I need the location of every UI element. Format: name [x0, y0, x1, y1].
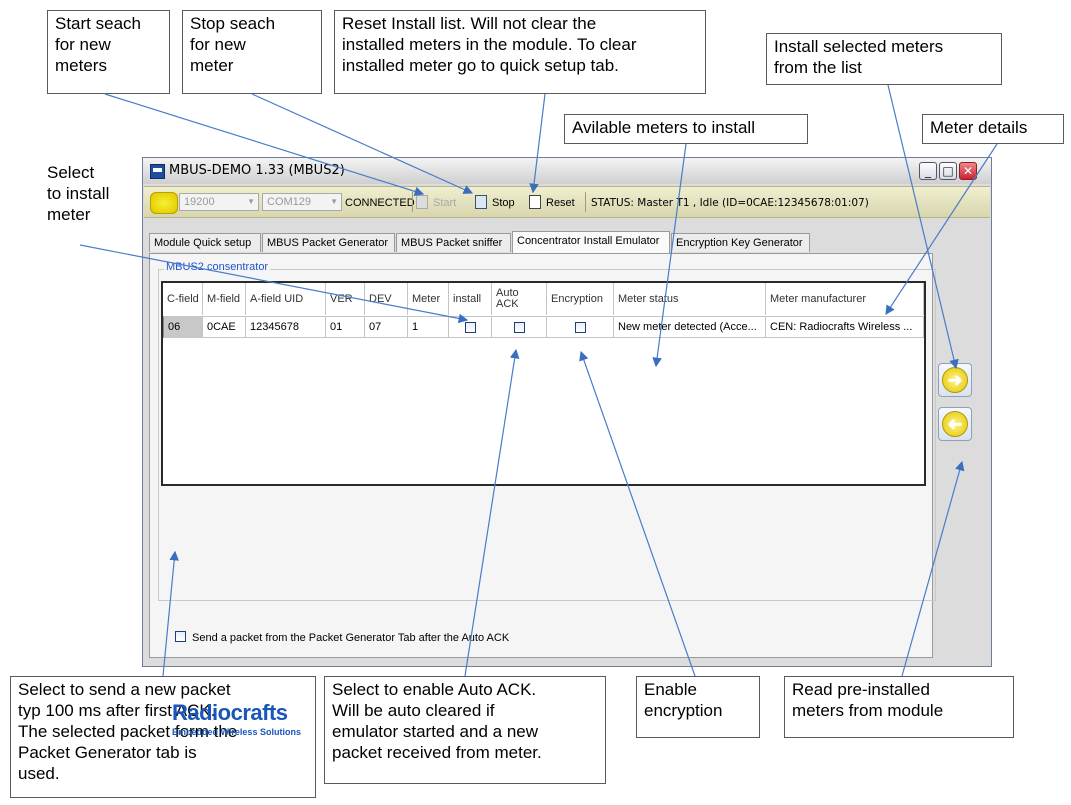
send-packet-label: Send a packet from the Packet Generator … [192, 632, 510, 644]
table-cell[interactable]: New meter detected (Acce... [614, 316, 766, 338]
callout-read-preinstalled: Read pre-installed meters from module [784, 676, 1014, 738]
column-header[interactable]: Encryption [547, 283, 614, 315]
com-port-value: COM129 [267, 196, 312, 208]
install-checkbox[interactable] [465, 322, 476, 333]
column-header[interactable]: A-field UID [246, 283, 326, 315]
callout-select-install: Select to install meter [40, 160, 140, 242]
reset-button[interactable]: Reset [529, 191, 584, 213]
table-cell[interactable]: 1 [408, 316, 449, 338]
callout-install-selected: Install selected meters from the list [766, 33, 1002, 85]
baud-rate-value: 19200 [184, 196, 215, 208]
connection-status: CONNECTED [345, 197, 415, 209]
start-search-icon [416, 195, 428, 209]
table-cell[interactable]: CEN: Radiocrafts Wireless ... [766, 316, 924, 338]
start-label: Start [433, 197, 457, 209]
callout-meter-details: Meter details [922, 114, 1064, 144]
callout-available-meters: Avilable meters to install [564, 114, 808, 144]
title-bar: MBUS-DEMO 1.33 (MBUS2) _ □ ✕ [143, 158, 991, 184]
tab-packet-sniffer[interactable]: MBUS Packet sniffer [396, 233, 511, 252]
window-title: MBUS-DEMO 1.33 (MBUS2) [169, 163, 345, 178]
com-port-select[interactable]: COM129 ▼ [262, 193, 342, 211]
send-packet-checkbox[interactable] [175, 631, 186, 642]
callout-start: Start seach for new meters [47, 10, 170, 94]
arrow-left-icon: ➜ [942, 411, 968, 437]
callout-encryption: Enable encryption [636, 676, 760, 738]
column-header[interactable]: M-field [203, 283, 246, 315]
encryption-checkbox[interactable] [575, 322, 586, 333]
callout-stop: Stop seach for new meter [182, 10, 322, 94]
tab-encryption-key-generator[interactable]: Encryption Key Generator [671, 233, 810, 252]
column-header[interactable]: DEV [365, 283, 408, 315]
reset-label: Reset [546, 197, 575, 209]
chevron-down-icon: ▼ [330, 197, 338, 206]
tab-module-quick-setup[interactable]: Module Quick setup [149, 233, 261, 252]
callout-send-packet: Select to send a new packet typ 100 ms a… [10, 676, 316, 798]
table-cell[interactable]: 0CAE [203, 316, 246, 338]
radiocrafts-logo: Radiocrafts [172, 700, 288, 725]
meter-table[interactable]: C-field M-field A-field UID VER DEV Mete… [161, 281, 926, 486]
toolbar-separator [585, 192, 586, 212]
column-header[interactable]: install [449, 283, 492, 315]
start-button[interactable]: Start [416, 191, 474, 213]
app-icon [150, 164, 165, 179]
close-button[interactable]: ✕ [959, 162, 977, 180]
maximize-button[interactable]: □ [939, 162, 957, 180]
read-preinstalled-button[interactable]: ➜ [938, 407, 972, 441]
toolbar-separator [412, 192, 413, 212]
group-label: MBUS2 consentrator [164, 261, 271, 273]
connection-led-icon[interactable] [150, 192, 178, 214]
logo-tagline: Embedded Wireless Solutions [172, 727, 301, 737]
column-header[interactable]: Meter status [614, 283, 766, 315]
table-cell[interactable]: 07 [365, 316, 408, 338]
install-selected-button[interactable]: ➜ [938, 363, 972, 397]
callout-reset: Reset Install list. Will not clear the i… [334, 10, 706, 94]
table-cell[interactable]: 01 [326, 316, 365, 338]
reset-icon [529, 195, 541, 209]
stop-label: Stop [492, 197, 515, 209]
auto-ack-checkbox[interactable] [514, 322, 525, 333]
table-cell[interactable]: 12345678 [246, 316, 326, 338]
callout-auto-ack: Select to enable Auto ACK. Will be auto … [324, 676, 606, 784]
column-header[interactable]: C-field [163, 283, 203, 315]
stop-search-icon [475, 195, 487, 209]
arrow-right-icon: ➜ [942, 367, 968, 393]
column-header[interactable]: VER [326, 283, 365, 315]
baud-rate-select[interactable]: 19200 ▼ [179, 193, 259, 211]
toolbar: 19200 ▼ COM129 ▼ CONNECTED Start Stop Rese… [144, 186, 990, 218]
minimize-button[interactable]: _ [919, 162, 937, 180]
app-window: MBUS-DEMO 1.33 (MBUS2) _ □ ✕ 19200 ▼ COM1… [142, 157, 992, 737]
tab-concentrator-install-emulator[interactable]: Concentrator Install Emulator [512, 231, 670, 253]
tab-packet-generator[interactable]: MBUS Packet Generator [262, 233, 395, 252]
column-header[interactable]: Meter manufacturer [766, 283, 924, 315]
emulator-panel: MBUS2 consentrator C-field M-field A-fie… [149, 253, 936, 737]
chevron-down-icon: ▼ [247, 197, 255, 206]
stop-button[interactable]: Stop [475, 191, 527, 213]
status-text: STATUS: Master T1 , Idle (ID=0CAE:123456… [591, 197, 869, 209]
table-cell[interactable]: 06 [163, 316, 203, 338]
column-header[interactable]: Auto ACK [492, 283, 547, 315]
column-header[interactable]: Meter [408, 283, 449, 315]
